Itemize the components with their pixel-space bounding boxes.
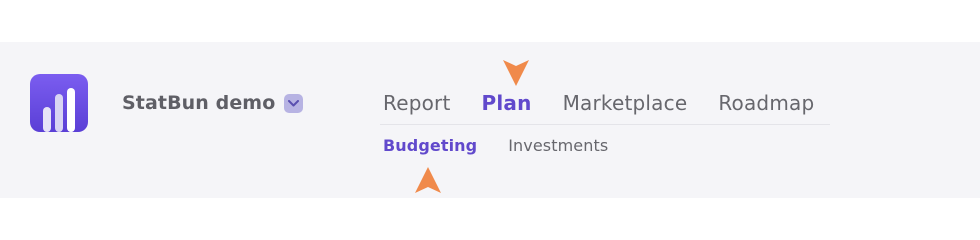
arrow-pointer-icon [502, 59, 530, 91]
subtab-investments[interactable]: Investments [508, 136, 608, 155]
workspace-name: StatBun demo [122, 92, 276, 114]
tab-report[interactable]: Report [383, 91, 451, 115]
tab-marketplace[interactable]: Marketplace [563, 91, 688, 115]
secondary-nav: Budgeting Investments [383, 133, 608, 157]
arrow-pointer-icon [414, 166, 442, 198]
workspace-switcher[interactable]: StatBun demo [122, 88, 304, 118]
chevron-down-icon[interactable] [284, 93, 304, 113]
header-bar [0, 42, 980, 198]
tab-roadmap[interactable]: Roadmap [718, 91, 814, 115]
subtab-budgeting[interactable]: Budgeting [383, 136, 477, 155]
nav-divider [380, 124, 830, 125]
app-logo[interactable] [30, 74, 88, 132]
page: StatBun demo Report Plan Marketplace Roa… [0, 0, 980, 240]
primary-nav: Report Plan Marketplace Roadmap [383, 88, 814, 118]
bar-chart-logo-icon [30, 74, 88, 132]
tab-plan[interactable]: Plan [482, 91, 532, 115]
